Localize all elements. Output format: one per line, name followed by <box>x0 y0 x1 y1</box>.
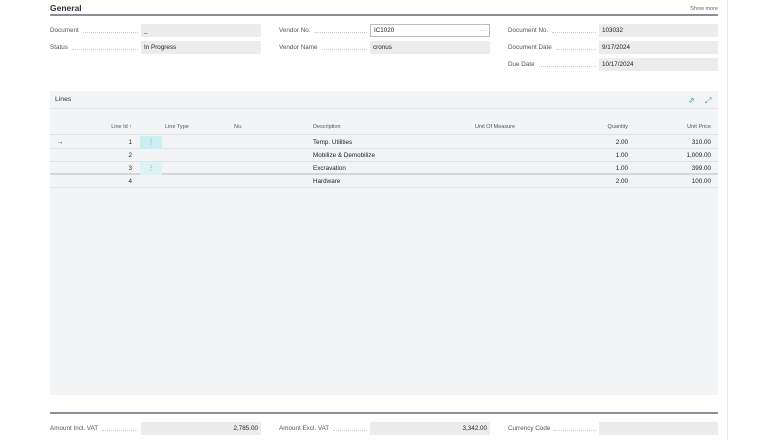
share-icon[interactable]: ⇗ <box>688 96 695 105</box>
unit-price: 310.00 <box>691 139 711 146</box>
unit-price: 1,009.00 <box>686 152 711 159</box>
document-no-label: Document No. <box>508 24 596 37</box>
page-divider <box>727 0 728 440</box>
document-date-label: Document Date <box>508 41 596 54</box>
amount-excl-vat-label: Amount Excl. VAT <box>279 422 367 435</box>
amount-incl-vat-field[interactable]: 2,785.00 <box>141 422 261 435</box>
section-divider <box>50 14 718 16</box>
lines-panel: Lines ⇗ ⤢ Line Id ↑ Line Type No. Descri… <box>50 91 718 395</box>
vendor-name-label: Vendor Name <box>279 41 367 54</box>
due-date-field[interactable]: 10/17/2024 <box>599 58 718 71</box>
table-row[interactable]: 2 Mobilize & Demobilize 1.00 1,009.00 <box>50 149 718 162</box>
row-actions-icon[interactable]: ⋮ <box>140 136 162 149</box>
current-row-arrow-icon: → <box>57 139 64 146</box>
table-row[interactable]: 3 ⋮ Excravation 1.00 399.00 <box>50 162 718 175</box>
currency-code-label: Currency Code <box>508 422 596 435</box>
header-row-border <box>50 122 718 135</box>
show-more-link[interactable]: Show more <box>680 6 718 12</box>
quantity: 1.00 <box>615 165 628 172</box>
quantity: 2.00 <box>615 139 628 146</box>
unit-price: 399.00 <box>691 165 711 172</box>
quantity: 2.00 <box>615 178 628 185</box>
row-actions-icon[interactable]: ⋮ <box>140 162 162 175</box>
due-date-label: Due Date <box>508 58 596 71</box>
line-id: 4 <box>128 178 132 185</box>
description: Mobilize & Demobilize <box>313 152 375 159</box>
lines-header: Lines ⇗ ⤢ <box>50 91 718 109</box>
table-row[interactable]: 4 Hardware 2.00 100.00 <box>50 175 718 188</box>
document-field[interactable]: _ <box>141 24 261 37</box>
amount-incl-vat-label: Amount Incl. VAT <box>50 422 138 435</box>
totals-divider <box>50 412 718 414</box>
general-section-title: General <box>50 3 82 13</box>
description: Temp. Utilities <box>313 139 353 146</box>
lines-title: Lines <box>55 96 72 103</box>
quantity: 1.00 <box>615 152 628 159</box>
document-date-field[interactable]: 9/17/2024 <box>599 41 718 54</box>
line-id: 1 <box>128 139 132 146</box>
document-label: Document <box>50 24 138 37</box>
vendor-name-field[interactable]: cronus <box>370 41 490 54</box>
description: Hardware <box>313 178 341 185</box>
vendor-no-value: IC1020 <box>374 27 395 34</box>
currency-code-field[interactable] <box>599 422 718 435</box>
description: Excravation <box>313 165 346 172</box>
vendor-no-label: Vendor No. <box>279 24 367 37</box>
table-row[interactable]: → 1 ⋮ Temp. Utilities 2.00 310.00 <box>50 136 718 149</box>
expand-icon[interactable]: ⤢ <box>705 96 711 106</box>
amount-excl-vat-field[interactable]: 3,342.00 <box>370 422 490 435</box>
status-label: Status <box>50 41 138 54</box>
status-field[interactable]: In Progress <box>141 41 261 54</box>
line-id: 3 <box>128 165 132 172</box>
lookup-ellipsis-icon[interactable]: ··· <box>480 27 486 34</box>
document-no-field[interactable]: 103032 <box>599 24 718 37</box>
unit-price: 100.00 <box>691 178 711 185</box>
line-id: 2 <box>128 152 132 159</box>
vendor-no-input[interactable]: IC1020 ··· <box>370 24 490 37</box>
